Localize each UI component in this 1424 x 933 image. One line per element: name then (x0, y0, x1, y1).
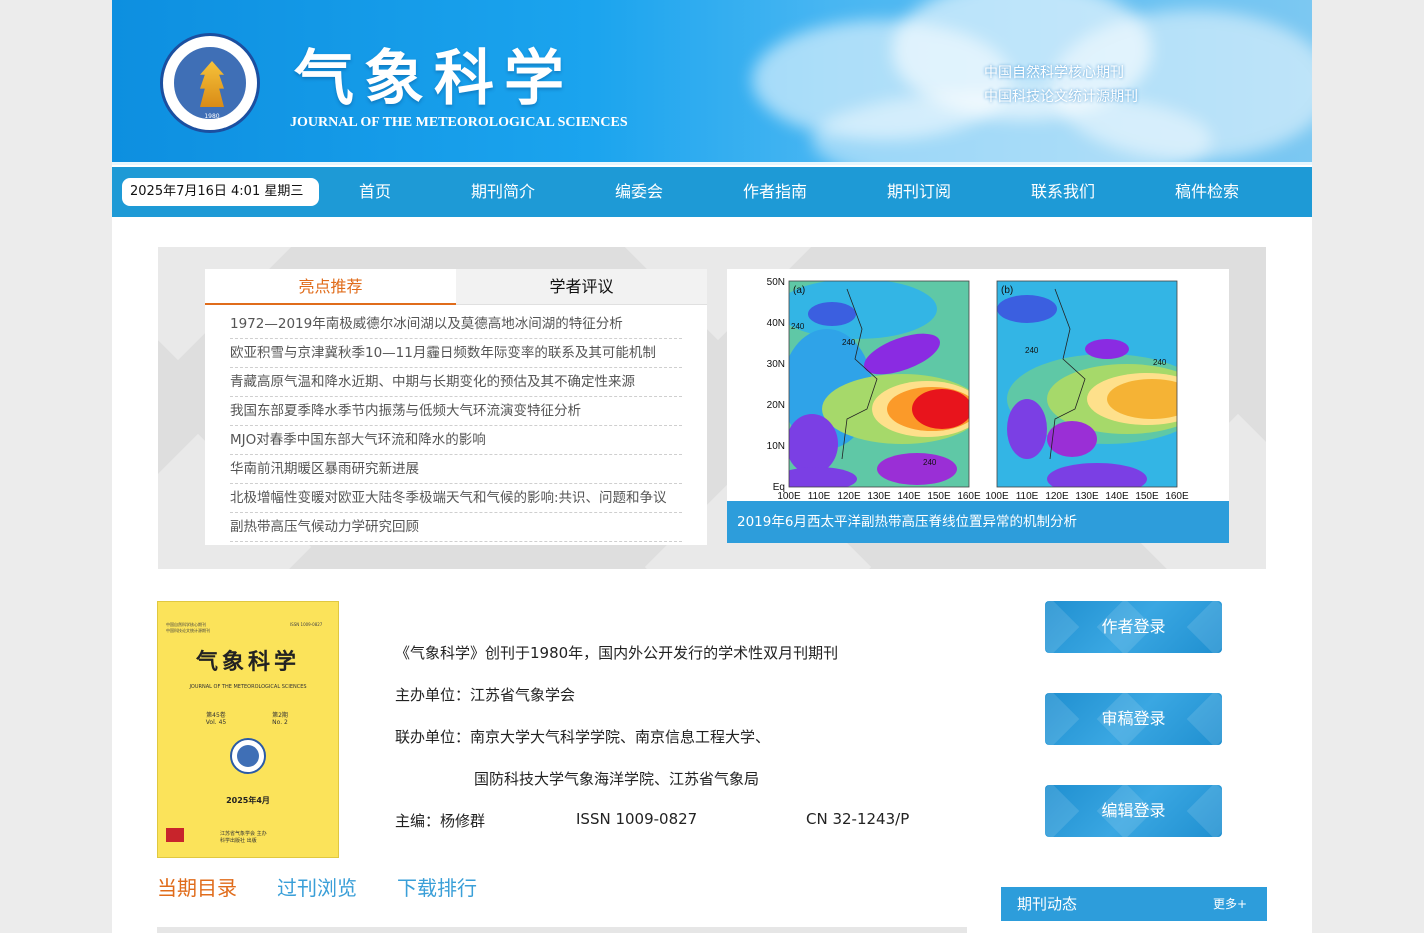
x-tick-label: 140E (897, 491, 921, 501)
journal-news-header: 期刊动态 更多+ (1001, 887, 1267, 921)
banner-divider (112, 162, 1312, 165)
list-item[interactable]: 北极增幅性变暖对欧亚大陆冬季极端天气和气候的影响:共识、问题和争议 (230, 484, 682, 513)
cover-volume: 第45卷 Vol. 45 (205, 712, 227, 726)
x-tick-label: 120E (837, 491, 861, 501)
journal-news-title: 期刊动态 (1017, 895, 1078, 913)
cover-issue: 第2期 No. 2 (272, 712, 288, 726)
science-press-icon (166, 828, 184, 842)
nav-about[interactable]: 期刊简介 (443, 167, 563, 217)
highlights-section: 亮点推荐 学者评议 1972—2019年南极威德尔冰间湖以及莫德高地冰间湖的特征… (158, 247, 1266, 569)
contour-label: 240 (923, 458, 937, 467)
nav-home[interactable]: 首页 (315, 167, 435, 217)
core-journal-line: 中国自然科学核心期刊 (984, 65, 1124, 81)
editor-line: 主编：杨修群 (395, 812, 486, 830)
journal-description: 《气象科学》创刊于1980年，国内外公开发行的学术性双月刊期刊 (395, 644, 839, 662)
x-tick-label: 160E (1165, 491, 1189, 501)
author-login-button[interactable]: 作者登录 (1045, 601, 1222, 653)
cover-publisher: 江苏省气象学会 主办 科学出版社 出版 (220, 831, 267, 844)
nav-author-guide[interactable]: 作者指南 (715, 167, 835, 217)
featured-map-figure: (a) (b) 50N40N30N20N10NEq 100E 110E 120E 13… (767, 277, 1189, 502)
cn-line: CN 32-1243/P (806, 810, 910, 828)
more-news-link[interactable]: 更多+ (1213, 887, 1247, 921)
x-tick-label: 150E (927, 491, 951, 501)
list-item[interactable]: 1972—2019年南极威德尔冰间湖以及莫德高地冰间湖的特征分析 (230, 310, 682, 339)
pagoda-icon (200, 61, 224, 107)
current-datetime: 2025年7月16日 4:01 星期三 (122, 178, 319, 206)
highlight-article-list: 1972—2019年南极威德尔冰间湖以及莫德高地冰间湖的特征分析 欧亚积雪与京津… (230, 310, 682, 542)
section-divider (157, 927, 967, 933)
page: 1980 气象科学 JOURNAL OF THE METEOROLOGICAL … (112, 0, 1312, 933)
cover-date: 2025年4月 (226, 796, 270, 805)
x-tick-label: 120E (1045, 491, 1069, 501)
x-tick-label: 130E (867, 491, 891, 501)
contour-label: 240 (791, 322, 805, 331)
nav-manuscript-search[interactable]: 稿件检索 (1147, 167, 1267, 217)
list-item[interactable]: 副热带高压气候动力学研究回顾 (230, 513, 682, 542)
tab-past-issues[interactable]: 过刊浏览 (277, 872, 357, 901)
list-item[interactable]: MJO对春季中国东部大气环流和降水的影响 (230, 426, 682, 455)
list-item[interactable]: 青藏高原气温和降水近期、中期与长期变化的预估及其不确定性来源 (230, 368, 682, 397)
tab-highlights[interactable]: 亮点推荐 (205, 269, 456, 305)
issn-line: ISSN 1009-0827 (576, 810, 698, 828)
journal-cover-image[interactable]: 中国自然科学核心期刊 中国科技论文统计源期刊 ISSN 1009-0827 气象… (157, 601, 339, 858)
x-tick-label: 100E (985, 491, 1009, 501)
x-axis-ticks: 100E 110E 120E 130E 140E 150E 160E 100E 110E 120E… (777, 491, 1189, 502)
reviewer-login-button[interactable]: 审稿登录 (1045, 693, 1222, 745)
featured-figure-panel[interactable]: (a) (b) 50N 40N 30N 20N 10N Eq 100E 110E 120E 13… (727, 269, 1229, 543)
cover-seal-icon (230, 738, 266, 774)
journal-subtitle-en: JOURNAL OF THE METEOROLOGICAL SCIENCES (290, 115, 628, 130)
list-item[interactable]: 欧亚积雪与京津冀秋季10—11月霾日频数年际变率的联系及其可能机制 (230, 339, 682, 368)
nav-editorial-board[interactable]: 编委会 (579, 167, 699, 217)
co-sponsor-line: 国防科技大学气象海洋学院、江苏省气象局 (474, 770, 760, 788)
co-sponsor-line: 联办单位：南京大学大气科学学院、南京信息工程大学、 (395, 728, 771, 746)
nav-subscription[interactable]: 期刊订阅 (859, 167, 979, 217)
contour-label: 240 (842, 338, 856, 347)
x-tick-label: 130E (1075, 491, 1099, 501)
core-journal-line: 中国科技论文统计源期刊 (984, 89, 1138, 105)
contour-label: 240 (1153, 358, 1167, 367)
tab-current-issue[interactable]: 当期目录 (157, 872, 237, 901)
tab-scholar-review[interactable]: 学者评议 (456, 269, 707, 305)
x-tick-label: 150E (1135, 491, 1159, 501)
panel-label: (b) (1001, 285, 1013, 296)
y-axis-ticks: 50N40N30N20N10NEq (767, 277, 785, 493)
journal-title: 气象科学 (294, 44, 574, 114)
panel-label: (a) (793, 285, 805, 296)
figure-caption-link[interactable]: 2019年6月西太平洋副热带高压脊线位置异常的机制分析 (727, 501, 1229, 543)
tab-download-ranking[interactable]: 下载排行 (397, 872, 477, 901)
contour-label: 240 (1025, 346, 1039, 355)
journal-seal-logo[interactable]: 1980 (160, 33, 260, 133)
header-banner: 1980 气象科学 JOURNAL OF THE METEOROLOGICAL … (112, 0, 1312, 165)
sponsor-line: 主办单位：江苏省气象学会 (395, 686, 576, 704)
y-tick-label: 50N (767, 277, 785, 288)
x-tick-label: 100E (777, 491, 801, 501)
highlights-tabs-panel: 亮点推荐 学者评议 1972—2019年南极威德尔冰间湖以及莫德高地冰间湖的特征… (205, 269, 707, 545)
y-tick-label: 30N (767, 359, 785, 370)
main-nav: 2025年7月16日 4:01 星期三 首页 期刊简介 编委会 作者指南 期刊订… (112, 167, 1312, 217)
list-item[interactable]: 我国东部夏季降水季节内振荡与低频大气环流演变特征分析 (230, 397, 682, 426)
nav-contact[interactable]: 联系我们 (1003, 167, 1123, 217)
cover-subtitle: JOURNAL OF THE METEOROLOGICAL SCIENCES (189, 684, 307, 690)
x-tick-label: 110E (1016, 491, 1039, 501)
editor-login-button[interactable]: 编辑登录 (1045, 785, 1222, 837)
x-tick-label: 160E (957, 491, 981, 501)
x-tick-label: 110E (808, 491, 831, 501)
y-tick-label: 10N (767, 441, 785, 452)
x-tick-label: 140E (1105, 491, 1129, 501)
list-item[interactable]: 华南前汛期暖区暴雨研究新进展 (230, 455, 682, 484)
cover-title: 气象科学 (195, 649, 300, 675)
y-tick-label: 20N (767, 400, 785, 411)
y-tick-label: 40N (767, 318, 785, 329)
